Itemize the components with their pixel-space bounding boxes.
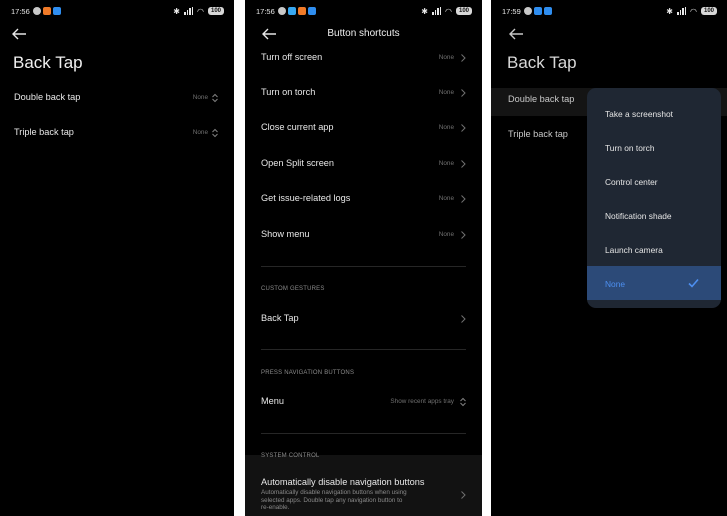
battery-indicator: 100 [700, 7, 717, 15]
row-value: None [438, 195, 454, 202]
wifi-icon: ◠ [445, 6, 452, 16]
wifi-icon: ◠ [197, 6, 204, 16]
row-label: Automatically disable navigation buttons [261, 477, 425, 487]
status-time: 17:56 [256, 6, 275, 16]
notification-app-icon [543, 7, 552, 15]
chevron-right-icon [461, 315, 466, 323]
option-take-screenshot[interactable]: Take a screenshot [587, 96, 721, 130]
row-value: None [192, 129, 208, 136]
chevron-right-icon [461, 124, 466, 132]
status-bar: 17:59 ✱ ◠ 100 [491, 4, 727, 18]
bluetooth-icon: ✱ [666, 6, 673, 16]
alarm-icon [32, 7, 41, 15]
back-tap-row[interactable]: Back Tap [245, 309, 482, 333]
notification-app-icon [297, 7, 306, 15]
open-split-screen-row[interactable]: Open Split screen None [245, 154, 482, 178]
up-down-chevron-icon [460, 397, 466, 407]
action-picker-popup: Take a screenshot Turn on torch Control … [587, 88, 721, 308]
status-bar: 17:56 ✱ ◠ 100 [0, 4, 234, 18]
notification-app-icon [52, 7, 61, 15]
chevron-right-icon [461, 195, 466, 203]
button-shortcuts-screen: 17:56 ✱ ◠ 100 Button shortcuts Turn off … [245, 0, 482, 516]
bluetooth-icon: ✱ [421, 6, 428, 16]
chevron-right-icon [461, 54, 466, 62]
battery-indicator: 100 [455, 7, 472, 15]
section-header-system-control: SYSTEM CONTROL [261, 453, 320, 459]
row-label: Close current app [261, 122, 334, 132]
notification-app-icon [307, 7, 316, 15]
battery-indicator: 100 [207, 7, 224, 15]
row-label: Menu [261, 396, 284, 406]
up-down-chevron-icon [212, 128, 218, 138]
signal-icon [677, 7, 686, 15]
wifi-icon: ◠ [690, 6, 697, 16]
row-value: None [438, 160, 454, 167]
chevron-right-icon [461, 89, 466, 97]
page-title: Back Tap [507, 53, 577, 72]
get-issue-logs-row[interactable]: Get issue-related logs None [245, 189, 482, 213]
row-value: Show recent apps tray [390, 398, 454, 405]
option-none[interactable]: None [587, 266, 721, 300]
chevron-right-icon [461, 491, 466, 499]
notification-app-icon [42, 7, 51, 15]
status-bar: 17:56 ✱ ◠ 100 [245, 4, 482, 18]
status-time: 17:56 [11, 6, 30, 16]
notification-app-icon [287, 7, 296, 15]
row-label: Double back tap [508, 94, 575, 104]
signal-icon [184, 7, 193, 15]
row-label: Back Tap [261, 313, 299, 323]
chevron-right-icon [461, 160, 466, 168]
close-current-app-row[interactable]: Close current app None [245, 118, 482, 142]
row-description: Automatically disable navigation buttons… [261, 489, 407, 511]
notification-app-icon [533, 7, 542, 15]
divider [261, 433, 466, 434]
status-time: 17:59 [502, 6, 521, 16]
row-value: None [192, 94, 208, 101]
row-value: None [438, 89, 454, 96]
row-label: Triple back tap [508, 129, 568, 139]
option-launch-camera[interactable]: Launch camera [587, 232, 721, 266]
checkmark-icon [688, 278, 699, 288]
chevron-right-icon [461, 231, 466, 239]
double-back-tap-row[interactable]: Double back tap None [0, 88, 234, 112]
row-label: Show menu [261, 229, 310, 239]
row-label: Double back tap [14, 92, 81, 102]
back-arrow-icon[interactable] [508, 27, 524, 41]
row-label: Turn off screen [261, 52, 323, 62]
alarm-icon [523, 7, 532, 15]
row-value: None [438, 54, 454, 61]
show-menu-row[interactable]: Show menu None [245, 225, 482, 249]
row-value: None [438, 231, 454, 238]
section-header-navigation-buttons: PRESS NAVIGATION BUTTONS [261, 370, 355, 376]
row-label: Open Split screen [261, 158, 335, 168]
divider [261, 349, 466, 350]
triple-back-tap-row[interactable]: Triple back tap None [0, 123, 234, 147]
row-label: Triple back tap [14, 127, 74, 137]
option-turn-on-torch[interactable]: Turn on torch [587, 130, 721, 164]
page-title: Back Tap [13, 53, 83, 72]
row-label: Turn on torch [261, 87, 316, 97]
up-down-chevron-icon [212, 93, 218, 103]
section-header-custom-gestures: CUSTOM GESTURES [261, 286, 325, 292]
menu-row[interactable]: Menu Show recent apps tray [245, 392, 482, 416]
auto-disable-nav-buttons-row[interactable]: Automatically disable navigation buttons… [245, 473, 482, 516]
row-label: Get issue-related logs [261, 193, 351, 203]
back-tap-options-screen: 17:59 ✱ ◠ 100 Back Tap Double back tap T… [491, 0, 727, 516]
row-value: None [438, 124, 454, 131]
page-title: Button shortcuts [327, 28, 400, 39]
option-control-center[interactable]: Control center [587, 164, 721, 198]
divider [261, 266, 466, 267]
alarm-icon [277, 7, 286, 15]
back-arrow-icon[interactable] [11, 27, 27, 41]
signal-icon [432, 7, 441, 15]
bluetooth-icon: ✱ [173, 6, 180, 16]
option-notification-shade[interactable]: Notification shade [587, 198, 721, 232]
turn-on-torch-row[interactable]: Turn on torch None [245, 83, 482, 107]
back-tap-screen: 17:56 ✱ ◠ 100 Back Tap Double back tap N… [0, 0, 234, 516]
turn-off-screen-row[interactable]: Turn off screen None [245, 48, 482, 72]
